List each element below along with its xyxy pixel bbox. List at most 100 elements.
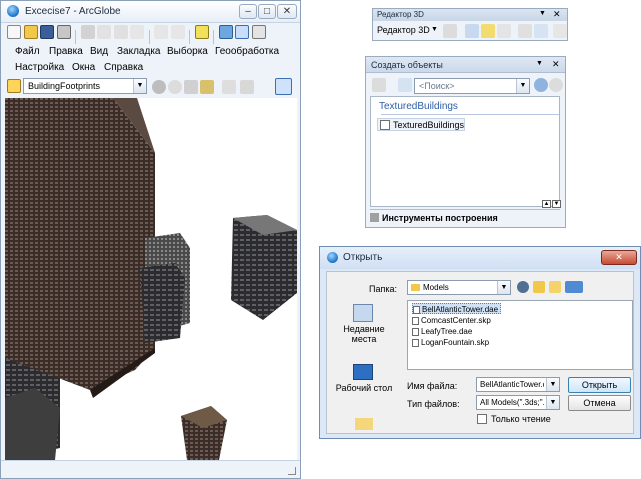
add-data-icon[interactable] [194, 25, 209, 39]
search-input[interactable]: <Поиск> ▼ [414, 78, 530, 94]
menu-selection[interactable]: Выборка [167, 46, 208, 57]
file-item[interactable]: BellAtlanticTower.dae [412, 303, 502, 314]
template-group-heading: TexturedBuildings [379, 101, 458, 112]
table-icon[interactable] [251, 25, 266, 39]
view-menu-icon[interactable] [565, 281, 583, 293]
close-button[interactable]: ✕ [277, 4, 297, 19]
editor3d-menu-button[interactable]: Редактор 3D [377, 25, 430, 35]
create-features-header[interactable]: Создать объекты ▼ ✕ [366, 57, 565, 73]
menu-view[interactable]: Вид [90, 46, 108, 57]
chevron-down-icon[interactable]: ▼ [546, 378, 559, 391]
delete-icon[interactable] [130, 25, 145, 39]
chevron-down-icon[interactable]: ▼ [431, 26, 438, 33]
menu-geoprocessing[interactable]: Геообработка [215, 46, 279, 57]
chevron-down-icon[interactable]: ▼ [539, 10, 546, 17]
open-dialog-titlebar[interactable]: Открыть ✕ [320, 247, 640, 269]
resize-grip-icon[interactable] [288, 467, 296, 475]
new-folder-icon[interactable] [549, 281, 561, 293]
template-item[interactable]: TexturedBuildings [377, 118, 465, 131]
collapse-panel-icon[interactable]: ▼ [552, 200, 561, 208]
effects-toolbar: BuildingFootprints ▼ [1, 77, 300, 97]
file-icon [412, 338, 419, 347]
sketch-properties-icon[interactable] [534, 24, 548, 38]
navigate-tool-icon[interactable] [275, 78, 292, 95]
filetype-select[interactable]: All Models(".3ds;".flt; ▼ [476, 395, 560, 410]
organize-templates-icon[interactable] [372, 78, 386, 92]
desktop-icon[interactable] [353, 364, 373, 380]
filename-input[interactable]: BellAtlanticTower.da ▼ [476, 377, 560, 392]
edit-vertices-icon[interactable] [465, 24, 479, 38]
close-icon[interactable]: ✕ [552, 59, 560, 70]
file-list: BellAtlanticTower.dae ComcastCenter.skp … [407, 300, 633, 370]
clear-search-icon[interactable] [549, 78, 563, 92]
minimize-button[interactable]: – [239, 4, 257, 19]
editor3d-header[interactable]: Редактор 3D ▼ ✕ [373, 9, 567, 21]
file-name: LoganFountain.skp [421, 338, 490, 347]
swipe-icon[interactable] [200, 80, 214, 94]
redo-icon[interactable] [170, 25, 185, 39]
chevron-down-icon[interactable]: ▼ [133, 79, 146, 93]
chevron-down-icon[interactable]: ▼ [497, 281, 510, 294]
open-folder-icon[interactable] [23, 25, 38, 39]
map-view-icon[interactable] [218, 25, 233, 39]
shading-icon[interactable] [240, 80, 254, 94]
flicker-icon[interactable] [222, 80, 236, 94]
search-icon[interactable] [534, 78, 548, 92]
paste-icon[interactable] [113, 25, 128, 39]
arcglobe-titlebar[interactable]: Excecise7 - ArcGlobe – □ ✕ [1, 1, 300, 23]
transparency-icon[interactable] [184, 80, 198, 94]
create-features-icon[interactable] [553, 24, 567, 38]
file-item[interactable]: LeafyTree.dae [412, 326, 472, 337]
maximize-button[interactable]: □ [258, 4, 276, 19]
recent-places-label[interactable]: Недавние места [331, 324, 397, 344]
menu-bookmarks[interactable]: Закладка [117, 46, 160, 57]
layout-view-icon[interactable] [235, 25, 250, 39]
menu-windows[interactable]: Окна [72, 62, 95, 73]
attributes-icon[interactable] [518, 24, 532, 38]
template-symbol-icon [380, 120, 390, 130]
readonly-checkbox[interactable] [477, 414, 487, 424]
cut-icon[interactable] [80, 25, 95, 39]
menu-customize[interactable]: Настройка [15, 62, 64, 73]
rotate-tool-icon[interactable] [497, 24, 511, 38]
move-tool-icon[interactable] [481, 24, 495, 38]
folder-select[interactable]: Models ▼ [407, 280, 511, 295]
chevron-down-icon[interactable]: ▼ [546, 396, 559, 409]
brightness-icon[interactable] [168, 80, 182, 94]
close-button[interactable]: ✕ [601, 250, 637, 265]
layer-combo-value: BuildingFootprints [28, 81, 101, 91]
save-icon[interactable] [40, 25, 55, 39]
print-icon[interactable] [56, 25, 71, 39]
filter-icon[interactable] [398, 78, 412, 92]
filename-label: Имя файла: [407, 381, 458, 391]
desktop-label[interactable]: Рабочий стол [331, 383, 397, 393]
recent-places-icon[interactable] [353, 304, 373, 322]
menu-bar: Файл Правка Вид Закладка Выборка Геообра… [1, 44, 300, 76]
file-item[interactable]: ComcastCenter.skp [412, 315, 491, 326]
file-item[interactable]: LoganFountain.skp [412, 337, 489, 348]
editor3d-title: Редактор 3D [377, 10, 424, 19]
contrast-icon[interactable] [152, 80, 166, 94]
up-folder-icon[interactable] [533, 281, 545, 293]
layer-combo[interactable]: BuildingFootprints ▼ [23, 78, 147, 94]
globe-3d-viewport[interactable] [5, 98, 297, 460]
chevron-down-icon[interactable]: ▼ [516, 79, 529, 93]
expand-panel-icon[interactable]: ▲ [542, 200, 551, 208]
menu-edit[interactable]: Правка [49, 46, 83, 57]
back-icon[interactable] [517, 281, 529, 293]
chevron-down-icon[interactable]: ▼ [536, 60, 543, 67]
close-icon[interactable]: ✕ [553, 9, 561, 20]
template-item-label: TexturedBuildings [393, 120, 465, 130]
menu-file[interactable]: Файл [15, 46, 40, 57]
cancel-button[interactable]: Отмена [568, 395, 631, 411]
toolbar-separator [148, 29, 150, 44]
documents-icon[interactable] [355, 418, 373, 430]
menu-help[interactable]: Справка [104, 62, 143, 73]
undo-icon[interactable] [154, 25, 169, 39]
globe-app-icon [327, 252, 338, 263]
new-document-icon[interactable] [7, 25, 21, 39]
copy-icon[interactable] [97, 25, 112, 39]
edit-tool-icon[interactable] [443, 24, 457, 38]
open-button[interactable]: Открыть [568, 377, 631, 393]
group-divider [381, 114, 559, 115]
